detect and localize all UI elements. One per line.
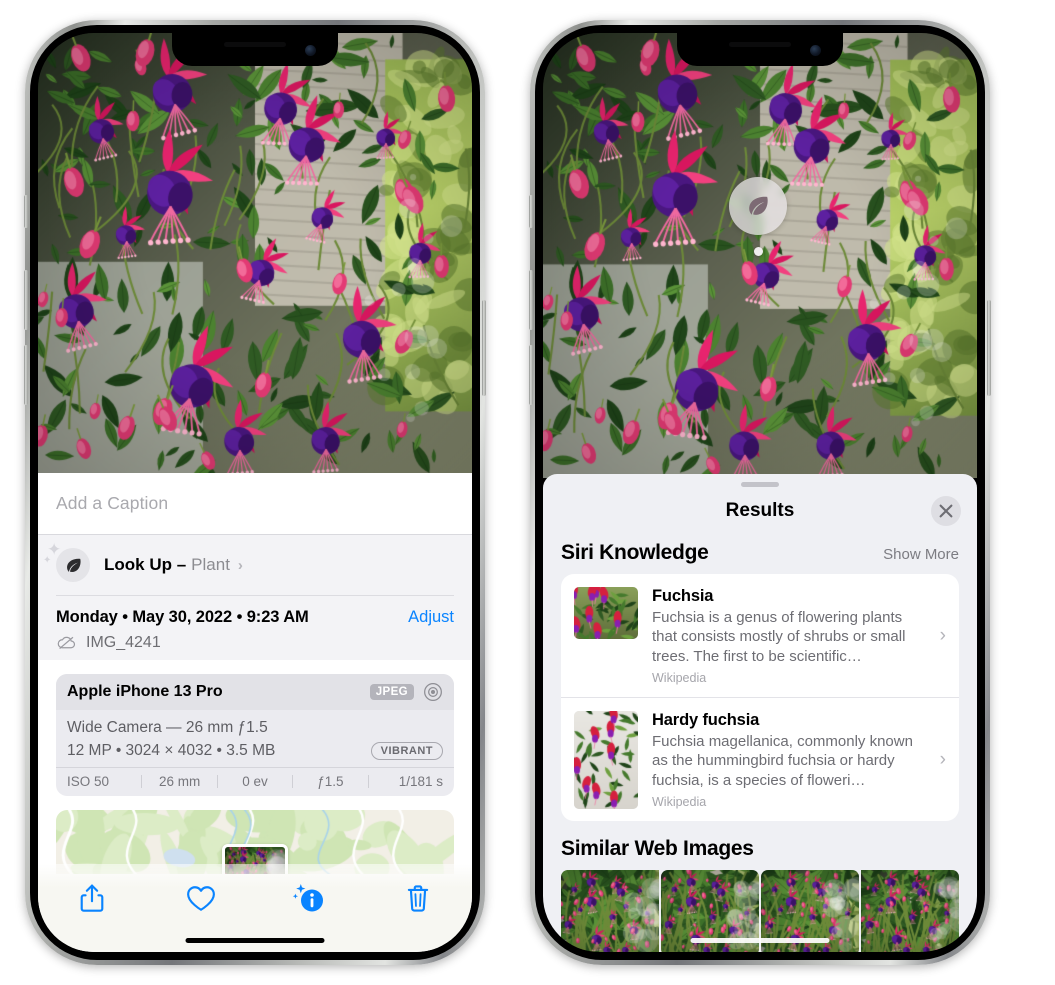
pin-bubble [729,177,787,235]
volume-down-button[interactable] [529,345,533,405]
iphone-right: Results Siri Knowledge Show More Fuchsia… [529,20,991,965]
camera-card-tags: JPEG [369,682,443,702]
notch [172,33,338,66]
result-thumbnail [574,587,638,639]
photo-metadata: Monday • May 30, 2022 • 9:23 AM Adjust I… [38,595,472,660]
delete-button[interactable] [364,880,473,916]
photo-style-tag: VIBRANT [370,741,443,760]
lookup-badge: ✦ ✦ [43,541,90,582]
lens-info: Wide Camera — 26 mm ƒ1.5 [67,718,268,736]
front-camera [305,45,316,56]
power-button[interactable] [987,300,991,396]
camera-card-body: Wide Camera — 26 mm ƒ1.5 12 MP • 3024 × … [56,710,454,767]
exif-row: ISO 50 26 mm 0 ev ƒ1.5 1/181 s [56,766,454,796]
similar-image-thumbnail[interactable] [561,870,659,952]
trash-icon [407,884,428,912]
volume-up-button[interactable] [24,270,28,330]
share-icon [80,884,104,912]
power-button[interactable] [482,300,486,396]
front-camera [810,45,821,56]
look-up-subject: Plant [191,555,230,574]
photo-viewer[interactable] [38,33,472,473]
results-header: Results [543,487,977,535]
screen-right: Results Siri Knowledge Show More Fuchsia… [543,33,977,952]
adjust-button[interactable]: Adjust [408,608,454,627]
result-title: Fuchsia [652,587,714,605]
heart-icon [186,885,215,911]
result-description: Fuchsia magellanica, commonly known as t… [652,733,913,789]
exif-value: ISO 50 [67,773,110,789]
home-indicator[interactable] [690,938,830,943]
close-icon [939,504,953,518]
exif-value: 26 mm [158,773,201,789]
look-up-row[interactable]: ✦ ✦ Look Up – Plant › [38,535,472,595]
caption-field[interactable]: Add a Caption [38,473,472,535]
volume-up-button[interactable] [529,270,533,330]
aperture-icon [424,682,442,701]
knowledge-card-list: Fuchsia Fuchsia is a genus of flowering … [561,574,959,822]
show-more-button[interactable]: Show More [883,546,959,563]
date-row: Monday • May 30, 2022 • 9:23 AM Adjust [56,596,454,627]
list-item[interactable]: Fuchsia Fuchsia is a genus of flowering … [561,574,959,697]
visual-lookup-pin[interactable] [729,177,787,256]
similar-image-thumbnail[interactable] [861,870,959,952]
notch [677,33,843,66]
results-title: Results [725,500,795,521]
look-up-label: Look Up – [104,555,187,574]
capture-date: Monday • May 30, 2022 • 9:23 AM [56,607,309,626]
chevron-right-icon: › [237,557,243,574]
result-text: Hardy fuchsia Fuchsia magellanica, commo… [652,711,946,809]
exif-value: 0 ev [242,773,268,789]
volume-down-button[interactable] [24,345,28,405]
info-button[interactable] [255,880,364,916]
results-sheet: Results Siri Knowledge Show More Fuchsia… [543,474,977,952]
camera-info-card: Apple iPhone 13 Pro JPEG Wide Camera — 2… [56,673,454,796]
iphone-left: Add a Caption ✦ ✦ Look Up – Plant › Mond… [24,20,486,965]
result-source: Wikipedia [652,795,707,810]
favorite-button[interactable] [147,880,256,916]
leaf-icon [66,558,81,572]
chevron-right-icon: › [939,624,946,646]
camera-card-header: Apple iPhone 13 Pro JPEG [56,673,454,710]
exif-value: 1/181 s [398,773,444,789]
result-text: Fuchsia Fuchsia is a genus of flowering … [652,587,946,685]
result-title: Hardy fuchsia [652,711,760,730]
photo-info-sheet: Add a Caption ✦ ✦ Look Up – Plant › Mond… [38,473,472,952]
earpiece-speaker [224,42,286,47]
leaf-icon [749,196,768,215]
silence-switch[interactable] [529,195,533,228]
result-thumbnail [574,711,638,810]
image-specs: 12 MP • 3024 × 4032 • 3.5 MB [67,741,276,759]
result-description: Fuchsia is a genus of flowering plants t… [652,609,906,665]
spec-row: 12 MP • 3024 × 4032 • 3.5 MB VIBRANT [67,741,443,760]
filename: IMG_4241 [86,633,161,651]
look-up-label-group: Look Up – Plant › [104,555,243,575]
icloud-slash-icon [57,636,76,650]
list-item[interactable]: Hardy fuchsia Fuchsia magellanica, commo… [561,697,959,821]
similar-images-heading: Similar Web Images [561,837,754,861]
screen-left: Add a Caption ✦ ✦ Look Up – Plant › Mond… [38,33,472,952]
device-name: Apple iPhone 13 Pro [67,682,223,700]
sparkle-small-icon: ✦ [43,555,52,566]
silence-switch[interactable] [24,195,28,228]
earpiece-speaker [729,42,791,47]
siri-knowledge-heading: Siri Knowledge [561,541,709,564]
similar-images-header: Similar Web Images [543,821,977,870]
info-sparkle-icon [293,884,324,912]
result-source: Wikipedia [652,671,707,686]
format-tag: JPEG [369,683,414,700]
chevron-right-icon: › [939,748,946,770]
caption-placeholder: Add a Caption [56,493,169,513]
share-button[interactable] [38,880,147,916]
filename-row: IMG_4241 [56,634,454,652]
siri-knowledge-header: Siri Knowledge Show More [543,535,977,574]
close-button[interactable] [931,496,961,526]
exif-value: ƒ1.5 [317,773,344,789]
home-indicator[interactable] [185,938,325,943]
pin-dot [753,247,763,256]
